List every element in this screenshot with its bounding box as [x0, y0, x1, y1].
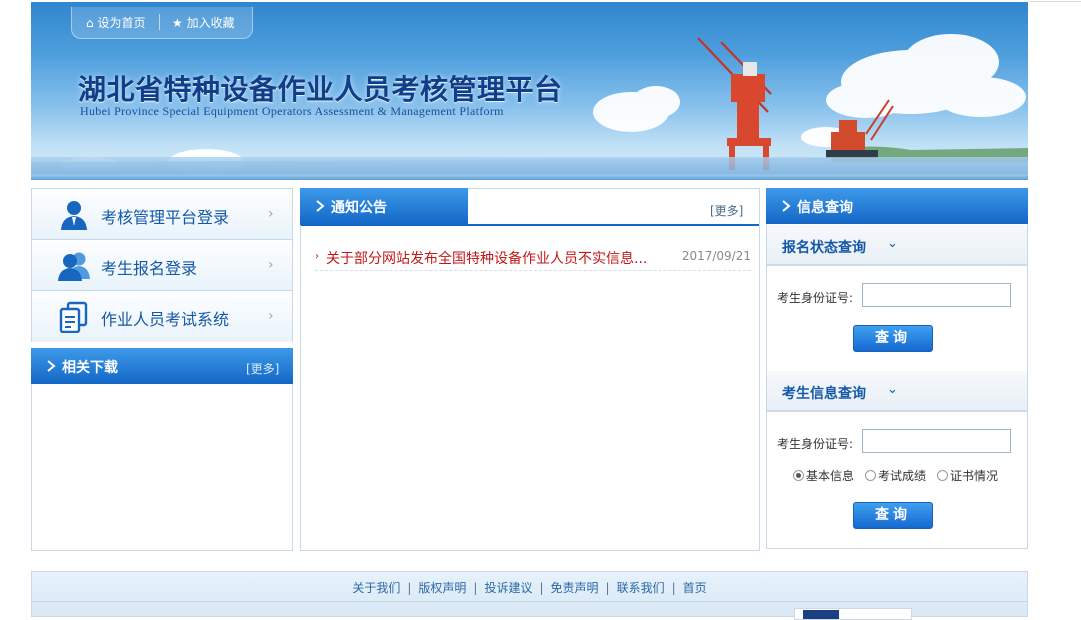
query-title: 信息查询 — [797, 200, 853, 216]
users-icon — [58, 252, 90, 281]
login-link-label: 考生报名登录 — [101, 259, 198, 278]
radio-exam-scores[interactable]: 考试成绩 — [865, 467, 926, 484]
chevron-down-icon: ⌄ — [887, 382, 898, 397]
login-link-label: 考核管理平台登录 — [101, 208, 230, 227]
login-list: 考核管理平台登录 › 考生报名登录 › 作业人员考试系统 › — [31, 188, 293, 342]
footer: 关于我们 | 版权声明 | 投诉建议 | 免责声明 | 联系我们 | 首页 — [31, 571, 1028, 620]
footer-link-about[interactable]: 关于我们 — [352, 581, 400, 595]
notice-header: 通知公告 [更多] — [300, 188, 759, 226]
documents-icon — [59, 301, 88, 333]
downloads-header: 相关下载 [更多] — [31, 348, 293, 384]
arrow-right-icon — [782, 200, 791, 212]
info-id-input[interactable] — [862, 429, 1011, 453]
radio-certificate-status[interactable]: 证书情况 — [937, 467, 998, 484]
notice-more-link[interactable]: [更多] — [710, 202, 743, 219]
status-id-input[interactable] — [862, 283, 1011, 307]
query-panel: 信息查询 报名状态查询 ⌄ 考生身份证号: 查询 考生信息查询 ⌄ 考生身份证号… — [766, 188, 1028, 549]
top-rule — [1028, 1, 1081, 2]
site-badge-logo — [794, 608, 912, 620]
footer-separator: | — [605, 581, 610, 595]
bullet-arrow-icon: › — [315, 251, 319, 262]
arrow-right-icon — [316, 200, 325, 212]
login-link-exam-system[interactable]: 作业人员考试系统 › — [32, 291, 292, 342]
notice-list-item[interactable]: › 关于部分网站发布全国特种设备作业人员不实信息... 2017/09/21 — [315, 247, 751, 271]
radio-selected-icon — [793, 470, 804, 481]
status-query-title: 报名状态查询 — [782, 240, 866, 256]
footer-link-disclaimer[interactable]: 免责声明 — [551, 581, 599, 595]
login-link-label: 作业人员考试系统 — [101, 310, 230, 329]
footer-link-home[interactable]: 首页 — [683, 581, 707, 595]
query-header: 信息查询 — [766, 188, 1028, 224]
set-homepage-label: 设为首页 — [97, 16, 146, 30]
chevron-right-icon: › — [268, 308, 274, 324]
downloads-more-link[interactable]: [更多] — [246, 360, 279, 377]
info-query-section-header[interactable]: 考生信息查询 ⌄ — [767, 371, 1027, 412]
header-banner: ⌂ 设为首页 ★ 加入收藏 湖北省特种设备作业人员考核管理平台 Hubei Pr… — [31, 2, 1028, 180]
footer-links: 关于我们 | 版权声明 | 投诉建议 | 免责声明 | 联系我们 | 首页 — [32, 579, 1027, 596]
notice-item-title[interactable]: 关于部分网站发布全国特种设备作业人员不实信息... — [326, 248, 647, 268]
info-query-title: 考生信息查询 — [782, 386, 866, 402]
radio-basic-info[interactable]: 基本信息 — [793, 467, 854, 484]
chevron-right-icon: › — [268, 206, 274, 222]
add-favorite-link[interactable]: ★ 加入收藏 — [172, 14, 235, 31]
status-id-label: 考生身份证号: — [777, 291, 854, 305]
river-strip — [31, 157, 1028, 175]
login-link-candidate-registration[interactable]: 考生报名登录 › — [32, 240, 292, 291]
topbar-divider — [159, 14, 160, 30]
person-icon — [61, 201, 87, 230]
site-title: 湖北省特种设备作业人员考核管理平台 — [78, 73, 563, 106]
radio-unselected-icon — [937, 470, 948, 481]
status-query-button[interactable]: 查询 — [853, 325, 933, 352]
footer-link-copyright[interactable]: 版权声明 — [418, 581, 466, 595]
set-homepage-link[interactable]: ⌂ 设为首页 — [86, 14, 145, 31]
chevron-down-icon: ⌄ — [887, 236, 898, 251]
add-favorite-label: 加入收藏 — [186, 16, 235, 30]
notice-item-date: 2017/09/21 — [681, 249, 751, 263]
notice-title: 通知公告 — [331, 200, 387, 216]
chevron-right-icon: › — [268, 257, 274, 273]
footer-divider — [32, 601, 1027, 602]
radio-label: 证书情况 — [950, 469, 999, 483]
badge-emblem-icon — [803, 610, 839, 619]
login-link-assessment-platform[interactable]: 考核管理平台登录 › — [32, 189, 292, 240]
top-quick-links: ⌂ 设为首页 ★ 加入收藏 — [71, 7, 253, 39]
info-query-button[interactable]: 查询 — [853, 502, 933, 529]
footer-link-contact[interactable]: 联系我们 — [617, 581, 665, 595]
status-query-section-header[interactable]: 报名状态查询 ⌄ — [767, 225, 1027, 266]
radio-unselected-icon — [865, 470, 876, 481]
home-icon: ⌂ — [86, 16, 94, 30]
footer-link-complaints[interactable]: 投诉建议 — [484, 581, 532, 595]
downloads-title: 相关下载 — [62, 360, 118, 376]
radio-label: 考试成绩 — [878, 469, 927, 483]
notice-title-tab: 通知公告 — [300, 188, 468, 225]
radio-label: 基本信息 — [806, 469, 855, 483]
footer-separator: | — [539, 581, 544, 595]
banner-bottom-edge — [31, 175, 1028, 180]
notice-panel: 通知公告 [更多] › 关于部分网站发布全国特种设备作业人员不实信息... 20… — [300, 188, 760, 551]
info-id-label: 考生身份证号: — [777, 437, 854, 451]
arrow-right-icon — [47, 360, 56, 372]
downloads-panel: 相关下载 [更多] — [31, 348, 293, 551]
footer-separator: | — [671, 581, 676, 595]
site-subtitle: Hubei Province Special Equipment Operato… — [80, 104, 504, 118]
star-icon: ★ — [172, 16, 183, 30]
footer-separator: | — [407, 581, 412, 595]
footer-separator: | — [473, 581, 478, 595]
